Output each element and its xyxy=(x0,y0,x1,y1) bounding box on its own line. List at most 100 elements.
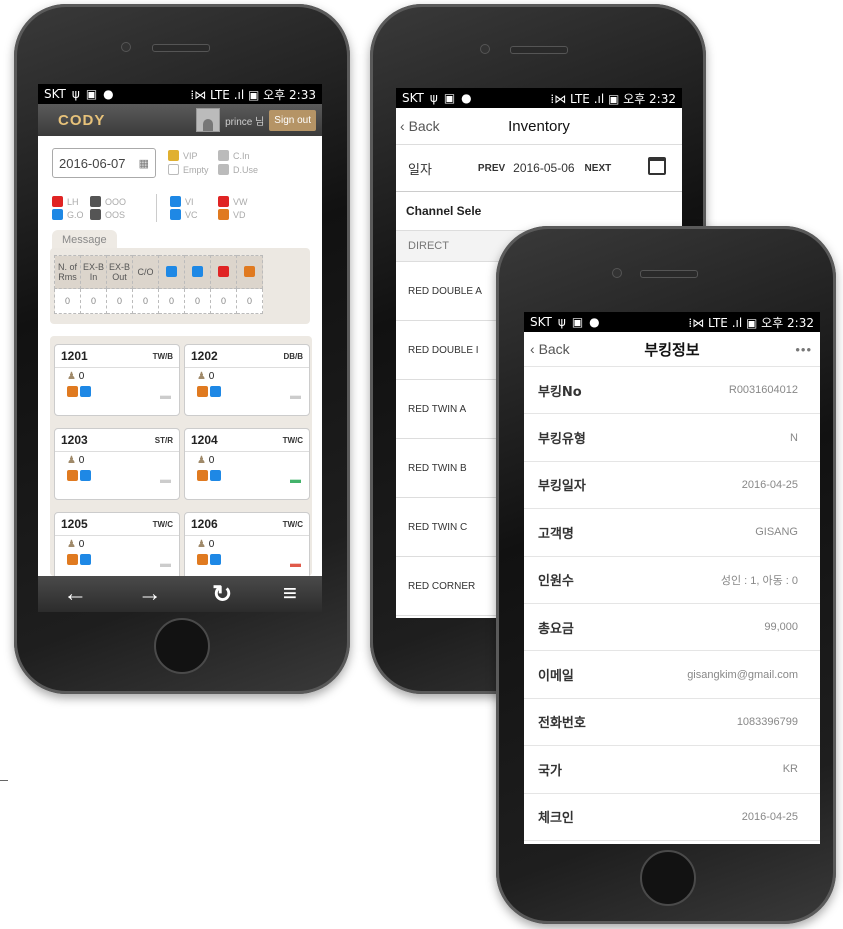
vd-icon xyxy=(197,386,208,397)
status-bar: SKT ψ ▣ ● ⁞⋈ LTE .ıl ▣ 오후 2:32 xyxy=(396,88,682,108)
room-card-body: ♟ 0 ▬ xyxy=(55,452,179,498)
forward-arrow-icon[interactable]: → xyxy=(138,580,162,608)
go-icon xyxy=(80,386,91,397)
room-card[interactable]: 1202 DB/B ♟ 0 ▬ xyxy=(184,344,310,416)
front-camera xyxy=(480,44,490,54)
bed-icon: ▬ xyxy=(160,390,171,402)
go-icon xyxy=(80,554,91,565)
col-exb-out: EX-B Out xyxy=(106,255,133,289)
guest-count: ♟ 0 xyxy=(67,371,84,382)
person-icon: ♟ xyxy=(67,539,76,550)
date-picker[interactable]: 2016-06-07 ▦ xyxy=(52,148,156,178)
message-panel: N. of Rms EX-B In EX-B Out C/O 0 0 0 0 0… xyxy=(50,248,310,324)
field-label: 국가 xyxy=(538,763,562,779)
front-camera xyxy=(612,268,622,278)
back-arrow-icon[interactable]: ← xyxy=(63,580,87,608)
booking-field-row: 이메일 gisangkim@gmail.com xyxy=(524,651,820,699)
usb-icon: ψ xyxy=(71,87,80,101)
carrier-label: SKT xyxy=(402,91,424,105)
next-button[interactable]: NEXT xyxy=(585,163,612,174)
legend-label: C.In xyxy=(233,150,250,161)
prev-button[interactable]: PREV xyxy=(478,163,505,174)
col-co: C/O xyxy=(132,255,159,289)
booking-fields: 부킹No R0031604012 부킹유형 N 부킹일자 2016-04-25 고객명 GIS… xyxy=(524,367,820,841)
message-icon: ● xyxy=(461,91,472,105)
go-icon xyxy=(210,470,221,481)
legend-label: VI xyxy=(185,196,194,207)
booking-field-row: 부킹유형 N xyxy=(524,414,820,462)
room-card[interactable]: 1201 TW/B ♟ 0 ▬ xyxy=(54,344,180,416)
room-card-header: 1203 ST/R xyxy=(55,429,179,452)
legend-label: VW xyxy=(233,196,248,207)
legend-duse: D.Use xyxy=(218,164,258,175)
guest-count: ♟ 0 xyxy=(67,455,84,466)
legend-vw: VW xyxy=(218,196,248,207)
app-logo: CODY xyxy=(58,111,106,129)
col-exb-in: EX-B In xyxy=(80,255,107,289)
crown-icon xyxy=(168,150,179,161)
bed-icon: ▬ xyxy=(290,558,301,570)
legend-lh: LH xyxy=(52,196,79,207)
booking-field-row: 고객명 GISANG xyxy=(524,509,820,557)
menu-icon[interactable]: ≡ xyxy=(283,580,297,608)
more-icon[interactable]: ••• xyxy=(795,342,812,357)
thumb-icon xyxy=(170,196,181,207)
usb-icon: ψ xyxy=(429,91,438,105)
person-icon: ♟ xyxy=(197,371,206,382)
direct-label: DIRECT xyxy=(408,240,449,252)
room-type-label: RED TWIN A xyxy=(408,403,467,415)
field-value: 99,000 xyxy=(764,621,798,634)
legend-vd: VD xyxy=(218,209,246,220)
sign-out-button[interactable]: Sign out xyxy=(269,109,316,131)
legend-label: OOS xyxy=(105,209,126,220)
field-value: 성인 : 1, 아동 : 0 xyxy=(720,574,798,587)
cell-value: 0 xyxy=(106,288,133,314)
room-card-body: ♟ 0 ▬ xyxy=(185,452,309,498)
vd-icon xyxy=(197,554,208,565)
cell-value: 0 xyxy=(80,288,107,314)
bed-icon: ▬ xyxy=(290,390,301,402)
calendar-icon[interactable] xyxy=(648,157,666,175)
field-label: 이메일 xyxy=(538,669,574,685)
refresh-icon[interactable]: ↻ xyxy=(212,580,232,609)
room-card[interactable]: 1204 TW/C ♟ 0 ▬ xyxy=(184,428,310,500)
room-card[interactable]: 1203 ST/R ♟ 0 ▬ xyxy=(54,428,180,500)
room-type: ST/R xyxy=(154,435,173,445)
room-type: TW/C xyxy=(282,435,303,445)
legend-label: VIP xyxy=(183,150,198,161)
room-number: 1205 xyxy=(61,517,88,531)
image-icon: ▣ xyxy=(85,87,98,101)
back-button[interactable]: ‹ Back xyxy=(530,341,570,357)
vw-icon xyxy=(218,196,229,207)
checkin-icon xyxy=(218,150,229,161)
calendar-icon[interactable]: ▦ xyxy=(139,157,149,170)
room-card[interactable]: 1206 TW/C ♟ 0 ▬ xyxy=(184,512,310,576)
room-number: 1201 xyxy=(61,349,88,363)
message-icon: ● xyxy=(589,315,600,329)
booking-field-row: 부킹일자 2016-04-25 xyxy=(524,462,820,510)
date-value: 2016-05-06 xyxy=(513,161,575,175)
legend-cin: C.In xyxy=(218,150,250,161)
guest-count-value: 0 xyxy=(78,539,85,550)
room-type-label: RED DOUBLE A xyxy=(408,285,482,297)
legend-ooo: OOO xyxy=(90,196,126,207)
field-value: 1083396799 xyxy=(736,715,798,728)
back-button[interactable]: ‹ Back xyxy=(400,118,440,134)
room-card-body: ♟ 0 ▬ xyxy=(185,368,309,414)
status-right: ⁞⋈ LTE .ıl ▣ 오후 2:32 xyxy=(688,315,814,330)
legend-vi: VI xyxy=(170,196,194,207)
room-type: TW/C xyxy=(152,519,173,529)
date-row: 일자 PREV 2016-05-06 NEXT xyxy=(396,145,682,192)
room-card[interactable]: 1205 TW/C ♟ 0 ▬ xyxy=(54,512,180,576)
room-type-label: RED DOUBLE I xyxy=(408,344,479,356)
wrench-icon xyxy=(90,209,101,220)
booking-field-row: 부킹No R0031604012 xyxy=(524,367,820,415)
room-card-header: 1202 DB/B xyxy=(185,345,309,368)
empty-icon xyxy=(168,164,179,175)
status-icons xyxy=(197,386,221,397)
earpiece-speaker xyxy=(640,270,698,278)
bottom-toolbar: ← → ↻ ≡ xyxy=(38,576,322,612)
person-icon: ♟ xyxy=(197,539,206,550)
status-right: ⁞⋈ LTE .ıl ▣ 오후 2:32 xyxy=(550,91,676,106)
tab-message[interactable]: Message xyxy=(52,230,117,250)
